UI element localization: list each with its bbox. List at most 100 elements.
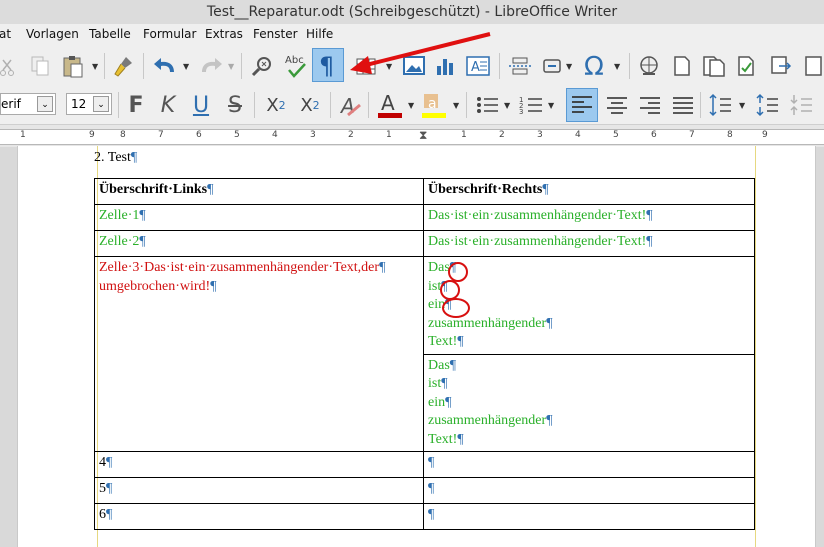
table-cell[interactable]: Das·ist·ein·zusammenhängender·Text!¶ xyxy=(423,230,755,257)
align-right-icon[interactable] xyxy=(637,91,663,119)
menu-formular[interactable]: Formular xyxy=(143,27,196,41)
table-row: 6¶ ¶ xyxy=(94,503,755,530)
undo-icon[interactable] xyxy=(152,54,180,78)
redo-icon[interactable] xyxy=(196,54,224,78)
table-cell[interactable]: 5¶ xyxy=(94,477,424,504)
document-page[interactable]: 2. Test¶ Überschrift·Links¶ Überschrift·… xyxy=(17,146,816,547)
menu-extras[interactable]: Extras xyxy=(205,27,243,41)
font-size-box[interactable]: 12 ⌄ xyxy=(66,93,112,115)
highlight-color-dropdown-icon[interactable]: ▼ xyxy=(453,101,459,110)
paste-dropdown-icon[interactable]: ▼ xyxy=(92,62,98,71)
cut-icon[interactable] xyxy=(0,54,16,78)
annotation-circle xyxy=(440,280,460,300)
table-cell[interactable]: Überschrift·Links¶ xyxy=(94,178,424,205)
header-left: Überschrift·Links xyxy=(99,182,208,197)
insert-field-icon[interactable] xyxy=(541,54,563,78)
align-left-button[interactable] xyxy=(566,88,598,122)
undo-dropdown-icon[interactable]: ▼ xyxy=(183,62,189,71)
strikethrough-icon[interactable]: S xyxy=(223,91,247,119)
ruler-number: 6 xyxy=(196,130,202,140)
table-cell[interactable]: ¶ xyxy=(423,503,755,530)
table-cell[interactable]: Zelle·3·Das·ist·ein·zusammenhängender·Te… xyxy=(94,256,424,452)
navigator-icon[interactable] xyxy=(803,54,824,78)
pilcrow: ¶ xyxy=(646,234,653,249)
italic-icon[interactable]: K xyxy=(156,91,180,119)
ruler-number: 8 xyxy=(727,130,733,140)
table-cell[interactable]: Zelle·1¶ xyxy=(94,204,424,231)
cell-text: 5 xyxy=(99,481,106,496)
table-column-marker-icon[interactable]: ⧗ xyxy=(419,128,427,143)
bullet-list-dropdown-icon[interactable]: ▼ xyxy=(504,101,510,110)
page-break-icon[interactable] xyxy=(507,54,533,78)
menu-vorlagen[interactable]: Vorlagen xyxy=(26,27,79,41)
table-cell[interactable]: Überschrift·Rechts¶ xyxy=(423,178,755,205)
special-character-icon[interactable]: Ω xyxy=(582,52,610,80)
table-cell[interactable]: 6¶ xyxy=(94,503,424,530)
copy-icon[interactable] xyxy=(28,54,52,78)
pilcrow: ¶ xyxy=(441,376,448,391)
font-name-box[interactable]: erif ⌄ xyxy=(0,93,56,115)
insert-field-dropdown-icon[interactable]: ▼ xyxy=(566,62,572,71)
ruler-number: 1 xyxy=(20,130,26,140)
cell-line: ist¶ xyxy=(428,375,750,394)
pilcrow: ¶ xyxy=(379,260,386,275)
table-cell[interactable]: Das¶ ist¶ ein¶ zusammenhängender¶ Text!¶ xyxy=(423,353,755,452)
find-replace-icon[interactable] xyxy=(250,54,276,78)
cell-line: Zelle·3·Das·ist·ein·zusammenhängender·Te… xyxy=(99,259,419,278)
insert-comment-icon[interactable] xyxy=(701,54,727,78)
font-color-dropdown-icon[interactable]: ▼ xyxy=(408,101,414,110)
font-size-dropdown-icon[interactable]: ⌄ xyxy=(93,96,109,112)
ruler-number: 9 xyxy=(89,130,95,140)
decrease-paragraph-spacing-icon[interactable] xyxy=(788,91,814,119)
font-name-dropdown-icon[interactable]: ⌄ xyxy=(37,96,53,112)
annotation-arrow-icon xyxy=(350,32,491,74)
line-spacing-icon[interactable] xyxy=(707,91,733,119)
spelling-icon[interactable]: Abc xyxy=(283,52,309,80)
align-center-icon[interactable] xyxy=(604,91,630,119)
special-character-dropdown-icon[interactable]: ▼ xyxy=(614,62,620,71)
ruler-number: 2 xyxy=(348,130,354,140)
toolbar-separator xyxy=(330,92,331,118)
bullet-list-icon[interactable] xyxy=(474,91,500,119)
hyperlink-icon[interactable] xyxy=(637,54,661,78)
numbered-list-icon[interactable]: 123 xyxy=(518,91,544,119)
ruler-number: 4 xyxy=(272,130,278,140)
highlight-color-icon[interactable]: a xyxy=(420,90,448,120)
horizontal-ruler[interactable]: 1 9 8 7 6 5 4 3 2 1 ⧗ 1 2 3 4 5 6 7 8 9 xyxy=(0,124,824,147)
clear-formatting-icon[interactable]: A xyxy=(338,91,362,119)
footnote-icon[interactable] xyxy=(671,54,693,78)
table-cell[interactable]: 4¶ xyxy=(94,451,424,478)
cell-line: Text!¶ xyxy=(428,333,750,352)
ruler-number: 7 xyxy=(689,130,695,140)
superscript-icon[interactable]: X2 xyxy=(262,91,290,119)
table-cell[interactable]: ¶ xyxy=(423,451,755,478)
pilcrow: ¶ xyxy=(207,182,214,197)
numbered-list-dropdown-icon[interactable]: ▼ xyxy=(548,101,554,110)
menu-tabelle[interactable]: Tabelle xyxy=(89,27,131,41)
table-cell[interactable]: Das·ist·ein·zusammenhängender·Text!¶ xyxy=(423,204,755,231)
pilcrow: ¶ xyxy=(449,357,457,373)
redo-dropdown-icon[interactable]: ▼ xyxy=(228,62,234,71)
subscript-icon[interactable]: X2 xyxy=(296,91,324,119)
justify-icon[interactable] xyxy=(670,91,696,119)
underline-icon[interactable]: U xyxy=(189,91,213,119)
cell-line: ein¶ xyxy=(428,296,750,315)
increase-paragraph-spacing-icon[interactable] xyxy=(754,91,780,119)
font-color-icon[interactable]: A xyxy=(376,90,404,120)
paste-icon[interactable] xyxy=(60,54,88,78)
clone-formatting-icon[interactable] xyxy=(112,54,136,78)
menu-fenster[interactable]: Fenster xyxy=(253,27,298,41)
track-changes-icon[interactable] xyxy=(735,54,759,78)
table-cell[interactable]: Zelle·2¶ xyxy=(94,230,424,257)
menu-format[interactable]: at xyxy=(0,27,11,41)
insert-frame-icon[interactable] xyxy=(769,54,793,78)
font-name-value: erif xyxy=(1,97,21,111)
ruler-number: 5 xyxy=(613,130,619,140)
line-spacing-dropdown-icon[interactable]: ▼ xyxy=(739,101,745,110)
bold-icon[interactable]: F xyxy=(124,91,148,119)
document-table[interactable]: Überschrift·Links¶ Überschrift·Rechts¶ Z… xyxy=(94,178,755,530)
window-title: Test__Reparatur.odt (Schreibgeschützt) -… xyxy=(0,0,824,24)
svg-text:3: 3 xyxy=(519,108,523,116)
table-cell[interactable]: ¶ xyxy=(423,477,755,504)
table-cell[interactable]: Das¶ ist¶ ein¶ zusammenhängender¶ Text!¶ xyxy=(423,256,755,355)
